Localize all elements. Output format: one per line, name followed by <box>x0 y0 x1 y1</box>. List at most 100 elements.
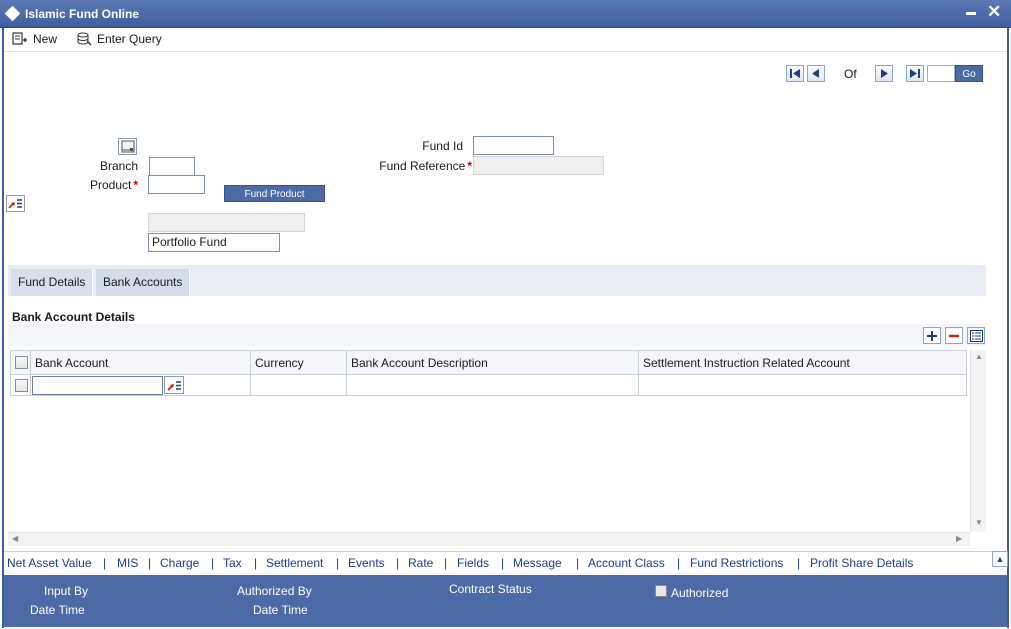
query-icon <box>77 32 92 46</box>
lookup-list-icon <box>8 199 22 209</box>
vertical-scrollbar[interactable]: ▲ ▼ <box>970 350 986 532</box>
section-title: Bank Account Details <box>12 310 135 324</box>
last-record-button[interactable] <box>906 65 924 82</box>
row-checkbox[interactable] <box>15 379 28 392</box>
new-label: New <box>33 32 58 46</box>
link-events[interactable]: Events <box>348 556 385 570</box>
single-view-button[interactable] <box>967 327 985 344</box>
expand-links-icon[interactable]: ▲ <box>992 551 1008 567</box>
description-cell[interactable] <box>347 375 639 396</box>
of-label: Of <box>844 67 857 81</box>
product-label: Product * <box>80 178 138 192</box>
portfolio-fund-field[interactable]: Portfolio Fund <box>148 233 280 252</box>
authorized-by-label: Authorized By <box>237 584 312 598</box>
link-separator: | <box>396 556 400 570</box>
branch-label: Branch <box>99 159 138 173</box>
branch-lookup-button[interactable] <box>118 138 137 155</box>
date-time-label: Date Time <box>30 603 85 617</box>
product-description-field <box>148 213 305 232</box>
authorized-label: Authorized <box>671 586 729 600</box>
link-charge[interactable]: Charge <box>160 556 199 570</box>
delete-row-button[interactable] <box>945 327 963 344</box>
link-mis[interactable]: MIS <box>117 556 138 570</box>
fund-id-label: Fund Id <box>422 139 463 153</box>
authorized-checkbox <box>655 585 667 597</box>
next-record-button[interactable] <box>875 65 893 82</box>
select-all-cell <box>10 350 31 375</box>
link-separator: | <box>677 556 681 570</box>
close-icon[interactable]: ✕ <box>987 3 1001 20</box>
window-title: Islamic Fund Online <box>25 7 140 21</box>
previous-record-button[interactable] <box>807 65 825 82</box>
link-fund-restrictions[interactable]: Fund Restrictions <box>690 556 783 570</box>
link-profit-share-details[interactable]: Profit Share Details <box>810 556 913 570</box>
link-account-class[interactable]: Account Class <box>588 556 665 570</box>
go-button[interactable]: Go <box>955 65 983 82</box>
add-row-button[interactable] <box>923 327 941 344</box>
new-icon <box>12 32 27 45</box>
section-toolbar <box>8 324 986 346</box>
link-separator: | <box>336 556 340 570</box>
link-separator: | <box>211 556 215 570</box>
scroll-down-icon[interactable]: ▼ <box>975 518 983 527</box>
horizontal-scrollbar[interactable]: ◀ ▶ <box>8 532 970 546</box>
link-separator: | <box>444 556 448 570</box>
link-separator: | <box>576 556 580 570</box>
product-lookup-button[interactable] <box>6 195 25 212</box>
link-tax[interactable]: Tax <box>223 556 242 570</box>
link-rate[interactable]: Rate <box>408 556 433 570</box>
link-net-asset-value[interactable]: Net Asset Value <box>7 556 92 570</box>
bank-account-input[interactable] <box>32 376 163 395</box>
fund-reference-input <box>473 156 604 175</box>
input-by-label: Input By <box>44 584 89 598</box>
previous-icon <box>812 69 819 78</box>
minus-icon <box>949 334 959 337</box>
first-icon <box>790 69 800 78</box>
toolbar-divider <box>4 51 1007 52</box>
column-header-description[interactable]: Bank Account Description <box>347 350 639 375</box>
column-header-settlement[interactable]: Settlement Instruction Related Account <box>639 350 967 375</box>
scroll-right-icon[interactable]: ▶ <box>956 534 962 543</box>
enter-query-button[interactable]: Enter Query <box>76 30 162 48</box>
calendar-icon <box>121 140 134 153</box>
auth-date-time-label: Date Time <box>253 603 308 617</box>
record-number-input[interactable] <box>927 65 955 82</box>
link-separator: | <box>103 556 107 570</box>
fund-product-button[interactable]: Fund Product <box>224 185 325 202</box>
scroll-left-icon[interactable]: ◀ <box>12 534 18 543</box>
link-message[interactable]: Message <box>513 556 562 570</box>
settlement-cell[interactable] <box>639 375 967 396</box>
minimize-icon[interactable] <box>966 12 976 15</box>
audit-footer: Input By Date Time Authorized By Date Ti… <box>4 575 1007 627</box>
select-all-checkbox[interactable] <box>15 356 28 369</box>
last-icon <box>910 69 920 78</box>
link-separator: | <box>501 556 505 570</box>
title-bar: Islamic Fund Online ✕ <box>0 0 1011 28</box>
scroll-up-icon[interactable]: ▲ <box>975 352 983 361</box>
table-row <box>10 375 31 396</box>
currency-cell[interactable] <box>251 375 347 396</box>
tab-bank-accounts[interactable]: Bank Accounts <box>96 269 191 296</box>
column-header-currency[interactable]: Currency <box>251 350 347 375</box>
app-diamond-icon <box>4 5 21 22</box>
link-separator: | <box>797 556 801 570</box>
fund-id-input[interactable] <box>473 136 554 155</box>
link-separator: | <box>254 556 258 570</box>
next-icon <box>881 69 888 78</box>
first-record-button[interactable] <box>786 65 804 82</box>
fund-reference-label-text: Fund Reference <box>379 159 466 173</box>
product-input[interactable] <box>148 175 205 194</box>
column-header-bank-account[interactable]: Bank Account <box>31 350 251 375</box>
required-mark: * <box>467 159 472 173</box>
lookup-list-icon <box>166 380 181 391</box>
link-settlement[interactable]: Settlement <box>266 556 323 570</box>
bank-account-lookup-button[interactable] <box>164 376 184 394</box>
link-separator: | <box>148 556 152 570</box>
contract-status-label: Contract Status <box>449 582 532 596</box>
tab-fund-details[interactable]: Fund Details <box>11 269 94 296</box>
new-button[interactable]: New <box>12 30 57 48</box>
link-fields[interactable]: Fields <box>457 556 489 570</box>
branch-input[interactable] <box>149 157 195 176</box>
required-mark: * <box>133 178 138 192</box>
enter-query-label: Enter Query <box>97 32 162 46</box>
